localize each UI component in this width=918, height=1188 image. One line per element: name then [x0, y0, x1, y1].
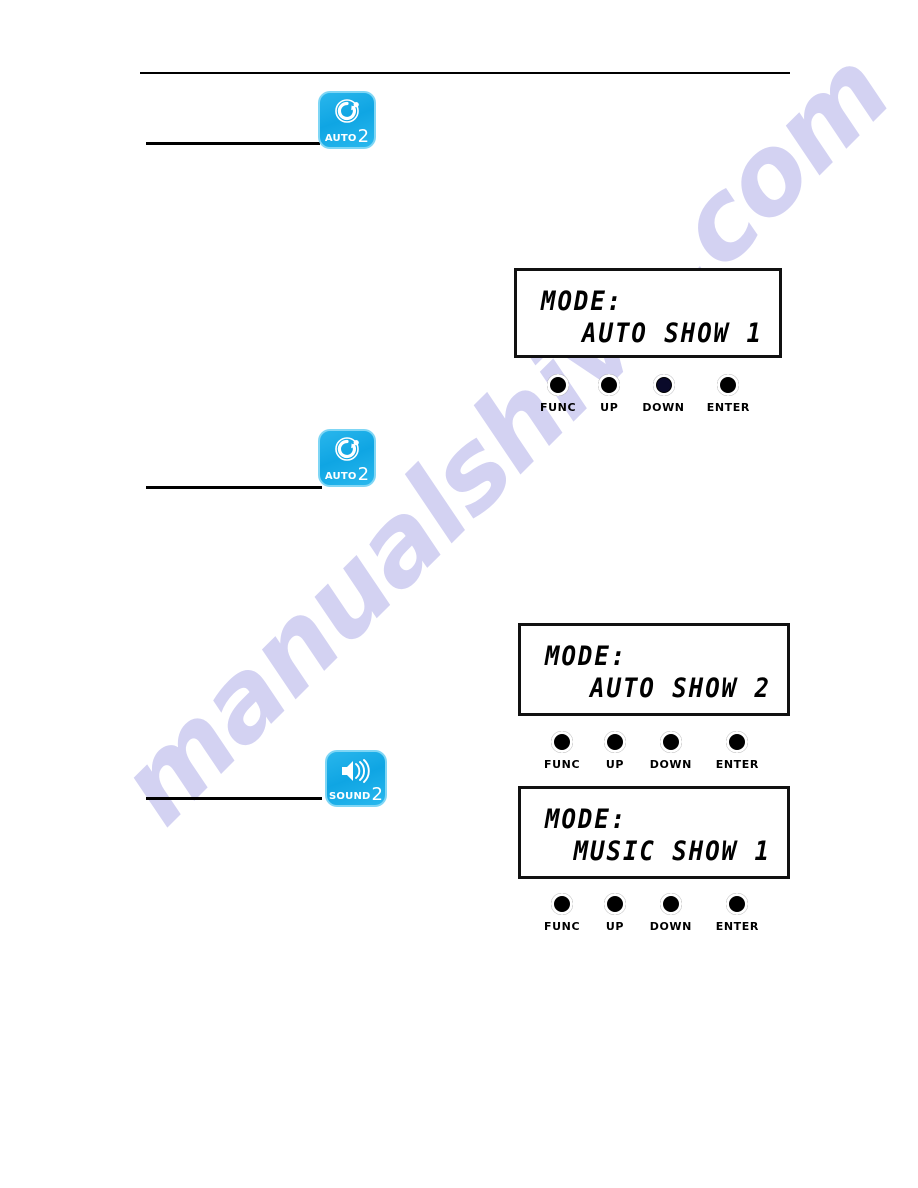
auto-show-2-icon: AUTO 2 [318, 429, 376, 487]
button-knob-icon [659, 893, 682, 915]
auto-icon-word: AUTO [324, 471, 357, 482]
button-knob-icon [659, 731, 682, 753]
lcd-auto-show-2: MODE: AUTO SHOW 2 [518, 623, 790, 716]
lcd-auto-show-1: MODE: AUTO SHOW 1 [514, 268, 782, 358]
auto-icon-label: AUTO 2 [320, 463, 374, 485]
lcd-label: MODE: [545, 803, 628, 835]
section-underline-1 [146, 142, 320, 145]
enter-button[interactable]: ENTER [716, 893, 759, 933]
up-button-label: UP [605, 758, 625, 771]
auto-rotate-icon [320, 95, 374, 129]
lcd-label: MODE: [545, 640, 628, 672]
section-underline-3 [146, 797, 322, 800]
up-button[interactable]: UP [603, 731, 626, 771]
auto-icon-number: 2 [357, 463, 370, 485]
header-divider [140, 72, 790, 74]
down-button[interactable]: DOWN [650, 731, 692, 771]
sound-icon-label: SOUND 2 [327, 783, 385, 805]
auto-rotate-icon [320, 433, 374, 467]
enter-button-label: ENTER [715, 758, 759, 771]
enter-button[interactable]: ENTER [716, 731, 759, 771]
button-knob-icon [717, 374, 740, 396]
sound-icon-word: SOUND [329, 791, 371, 802]
auto-show-1-icon: AUTO 2 [318, 91, 376, 149]
func-button[interactable]: FUNC [544, 731, 580, 771]
lcd-value: AUTO SHOW 2 [590, 672, 771, 704]
button-row-2: FUNC UP DOWN ENTER [544, 731, 759, 771]
section-underline-2 [146, 486, 322, 489]
sound-icon-number: 2 [371, 783, 383, 805]
up-button-label: UP [605, 920, 625, 933]
enter-button-label: ENTER [715, 920, 759, 933]
watermark-text: manualshive.com [95, 29, 914, 849]
down-button-label: DOWN [649, 758, 692, 771]
enter-button[interactable]: ENTER [707, 374, 750, 414]
button-knob-icon [652, 374, 675, 396]
func-button[interactable]: FUNC [544, 893, 580, 933]
down-button[interactable]: DOWN [650, 893, 692, 933]
watermark: manualshive.com [0, 0, 918, 1188]
lcd-value: MUSIC SHOW 1 [573, 835, 771, 867]
func-button[interactable]: FUNC [540, 374, 576, 414]
manual-page: manualshive.com AUTO 2 MODE: AUTO SHOW 1 … [0, 0, 918, 1188]
button-row-1: FUNC UP DOWN ENTER [540, 374, 750, 414]
up-button-label: UP [600, 401, 619, 414]
up-button[interactable]: UP [603, 893, 626, 933]
auto-icon-word: AUTO [324, 133, 357, 144]
func-button-label: FUNC [544, 920, 581, 933]
speaker-sound-icon [327, 754, 385, 788]
button-knob-icon [726, 893, 749, 915]
down-button-label: DOWN [642, 401, 685, 414]
func-button-label: FUNC [540, 401, 577, 414]
down-button[interactable]: DOWN [642, 374, 684, 414]
button-knob-icon [551, 731, 574, 753]
lcd-label: MODE: [541, 285, 624, 317]
func-button-label: FUNC [544, 758, 581, 771]
down-button-label: DOWN [649, 920, 692, 933]
lcd-music-show-1: MODE: MUSIC SHOW 1 [518, 786, 790, 879]
sound-mode-icon: SOUND 2 [325, 750, 387, 807]
lcd-value: AUTO SHOW 1 [582, 317, 763, 349]
button-row-3: FUNC UP DOWN ENTER [544, 893, 759, 933]
button-knob-icon [603, 893, 626, 915]
auto-icon-number: 2 [357, 125, 370, 147]
button-knob-icon [598, 374, 621, 396]
button-knob-icon [726, 731, 749, 753]
button-knob-icon [551, 893, 574, 915]
button-knob-icon [547, 374, 570, 396]
up-button[interactable]: UP [598, 374, 621, 414]
enter-button-label: ENTER [706, 401, 750, 414]
auto-icon-label: AUTO 2 [320, 125, 374, 147]
button-knob-icon [603, 731, 626, 753]
